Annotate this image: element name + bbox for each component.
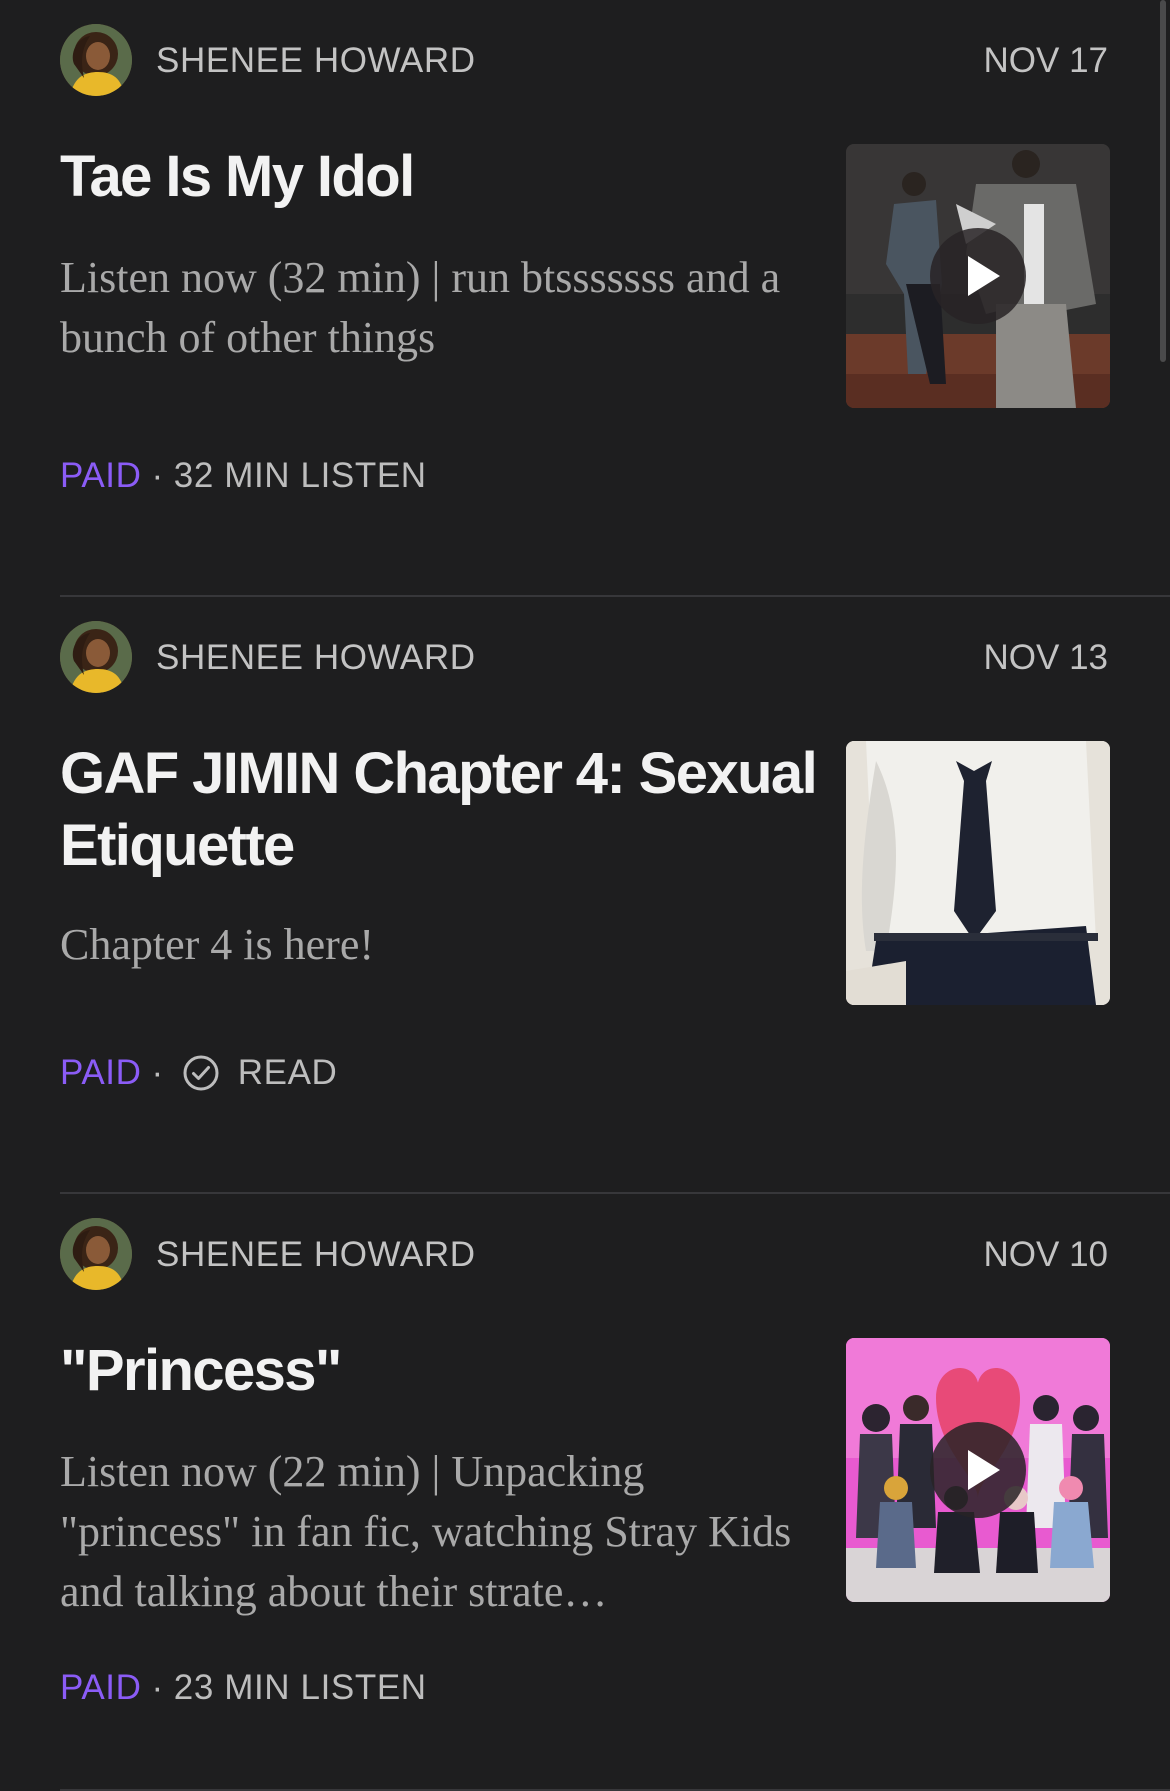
play-icon <box>968 1450 1000 1490</box>
read-status: READ <box>237 1053 338 1092</box>
avatar[interactable] <box>60 24 132 96</box>
paid-badge: PAID <box>60 1053 142 1092</box>
avatar[interactable] <box>60 1218 132 1290</box>
listen-duration: 32 MIN LISTEN <box>173 456 427 495</box>
dance-practice-thumbnail[interactable] <box>846 144 1110 408</box>
post-subtitle: Listen now (22 min) | Unpacking "princes… <box>60 1447 792 1616</box>
post-meta: PAID · 23 MIN LISTEN <box>60 1668 427 1708</box>
meta-separator: · <box>151 1053 164 1092</box>
paid-badge: PAID <box>60 456 142 495</box>
author-name[interactable]: SHENEE HOWARD <box>156 1235 476 1275</box>
group-pink-heart-thumbnail[interactable] <box>846 1338 1110 1602</box>
post-card[interactable]: SHENEE HOWARD NOV 13 GAF JIMIN Chapter 4… <box>60 597 1170 1194</box>
post-date: NOV 10 <box>983 1235 1109 1274</box>
post-byline: SHENEE HOWARD NOV 13 <box>60 621 1108 693</box>
post-title[interactable]: "Princess" <box>60 1335 820 1407</box>
meta-separator: · <box>151 1668 164 1707</box>
author-name[interactable]: SHENEE HOWARD <box>156 41 476 81</box>
check-circle-icon <box>183 1055 219 1091</box>
avatar[interactable] <box>60 621 132 693</box>
post-meta: PAID · READ <box>60 1053 337 1093</box>
post-meta: PAID · 32 MIN LISTEN <box>60 456 427 496</box>
author-name[interactable]: SHENEE HOWARD <box>156 638 476 678</box>
post-date: NOV 13 <box>983 638 1109 677</box>
play-button[interactable] <box>930 1422 1026 1518</box>
post-byline: SHENEE HOWARD NOV 10 <box>60 1218 1108 1290</box>
post-subtitle: Listen now (32 min) | run btsssssss and … <box>60 253 781 362</box>
paid-badge: PAID <box>60 1668 142 1707</box>
post-title[interactable]: Tae Is My Idol <box>60 141 820 213</box>
post-title[interactable]: GAF JIMIN Chapter 4: Sexual Etiquette <box>60 738 820 882</box>
post-byline: SHENEE HOWARD NOV 17 <box>60 24 1108 96</box>
listen-duration: 23 MIN LISTEN <box>173 1668 427 1707</box>
post-card[interactable]: SHENEE HOWARD NOV 10 "Princess" Listen n… <box>60 1194 1170 1791</box>
play-icon <box>968 256 1000 296</box>
play-button[interactable] <box>930 228 1026 324</box>
white-shirt-tie-thumbnail[interactable] <box>846 741 1110 1005</box>
meta-separator: · <box>151 456 164 495</box>
post-subtitle: Chapter 4 is here! <box>60 920 374 969</box>
post-date: NOV 17 <box>983 41 1109 80</box>
post-card[interactable]: SHENEE HOWARD NOV 17 Tae Is My Idol List… <box>60 0 1170 597</box>
